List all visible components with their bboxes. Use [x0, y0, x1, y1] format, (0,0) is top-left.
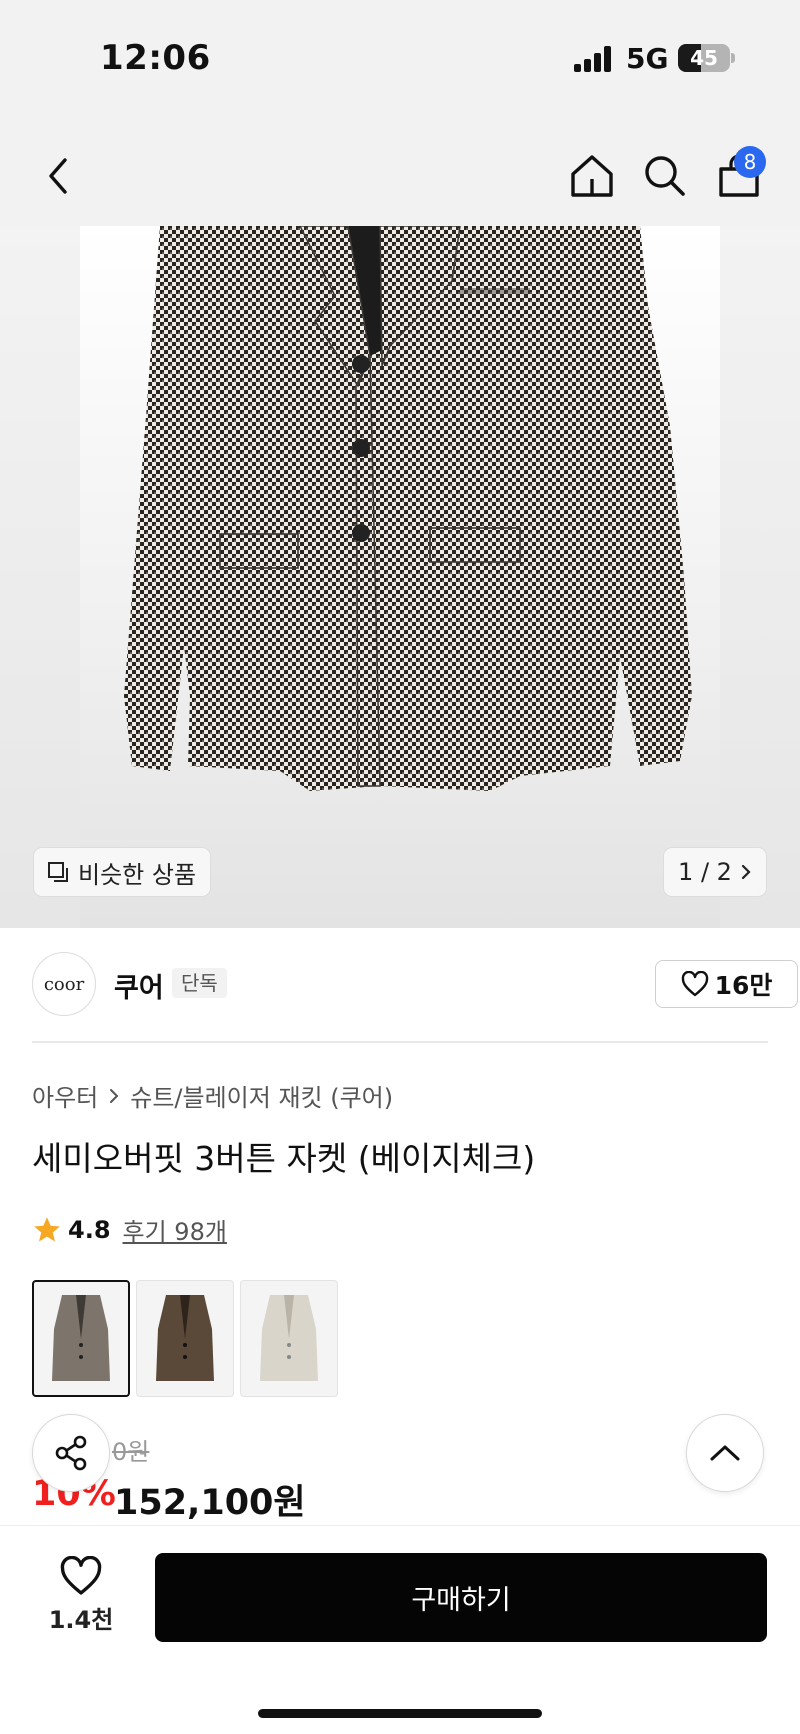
brand-logo[interactable]: coor [32, 952, 96, 1016]
page-indicator-text: 1 / 2 [678, 858, 732, 886]
top-nav [0, 120, 800, 226]
network-label: 5G [626, 42, 669, 75]
signal-icon [574, 46, 614, 72]
rating-row: 4.8 후기 98개 [32, 1212, 227, 1247]
brand-name[interactable]: 쿠어 [114, 966, 164, 1005]
product-title: 세미오버핏 3버튼 자켓 (베이지체크) [32, 1139, 536, 1178]
original-price: 0원 [112, 1438, 150, 1466]
breadcrumb-subcategory[interactable]: 슈트/블레이저 재킷 (쿠어) [130, 1078, 393, 1113]
similar-items-label: 비슷한 상품 [78, 860, 197, 889]
thumbnail-brown[interactable] [136, 1280, 234, 1397]
similar-icon [48, 862, 68, 882]
wishlist-button[interactable]: 1.4천 [40, 1556, 122, 1635]
breadcrumb-category[interactable]: 아우터 [32, 1078, 98, 1113]
battery-icon: 45 [678, 44, 730, 72]
thumbnail-houndstooth[interactable] [32, 1280, 130, 1397]
home-button[interactable] [564, 148, 620, 204]
jacket-thumbnail-image [156, 1294, 214, 1381]
jacket-thumbnail-image [260, 1294, 318, 1381]
wishlist-count: 1.4천 [48, 1606, 114, 1634]
rating-score: 4.8 [68, 1215, 111, 1244]
search-button[interactable] [637, 148, 693, 204]
scroll-top-button[interactable] [686, 1414, 764, 1492]
sale-price: 152,100원 [114, 1483, 306, 1523]
image-page-indicator[interactable]: 1 / 2 [664, 848, 766, 896]
buy-button[interactable]: 구매하기 [155, 1553, 767, 1642]
brand-like-button[interactable]: 16만 [655, 960, 798, 1008]
jacket-thumbnail-image [52, 1294, 110, 1381]
product-image[interactable] [0, 226, 800, 928]
status-time: 12:06 [100, 38, 211, 78]
breadcrumb: 아우터 슈트/블레이저 재킷 (쿠어) [32, 1078, 393, 1113]
jacket-image [124, 226, 692, 791]
status-bar: 12:06 5G 45 [0, 0, 800, 120]
divider [32, 1041, 768, 1043]
thumbnail-cream[interactable] [240, 1280, 338, 1397]
bottom-action-bar: 1.4천 구매하기 [0, 1525, 800, 1734]
back-icon [49, 158, 67, 194]
heart-icon [60, 1556, 102, 1595]
heart-icon [681, 971, 708, 997]
home-icon [571, 155, 613, 197]
similar-items-button[interactable]: 비슷한 상품 [34, 848, 211, 896]
color-thumbnails [32, 1280, 338, 1397]
battery-level: 45 [690, 46, 718, 70]
cart-count-badge: 8 [734, 146, 766, 178]
star-icon [34, 1216, 60, 1241]
review-count-link[interactable]: 후기 98개 [123, 1212, 227, 1247]
chevron-right-icon [741, 864, 751, 880]
share-button[interactable] [32, 1414, 110, 1492]
chevron-up-icon [710, 1445, 740, 1461]
chevron-right-icon [110, 1088, 119, 1103]
search-icon [645, 156, 685, 196]
back-button[interactable] [30, 148, 86, 204]
brand-row: coor 쿠어 단독 16만 [32, 952, 798, 1042]
exclusive-tag: 단독 [172, 968, 227, 998]
home-indicator [258, 1709, 542, 1718]
share-icon [55, 1435, 87, 1471]
brand-like-count: 16만 [714, 971, 773, 1000]
